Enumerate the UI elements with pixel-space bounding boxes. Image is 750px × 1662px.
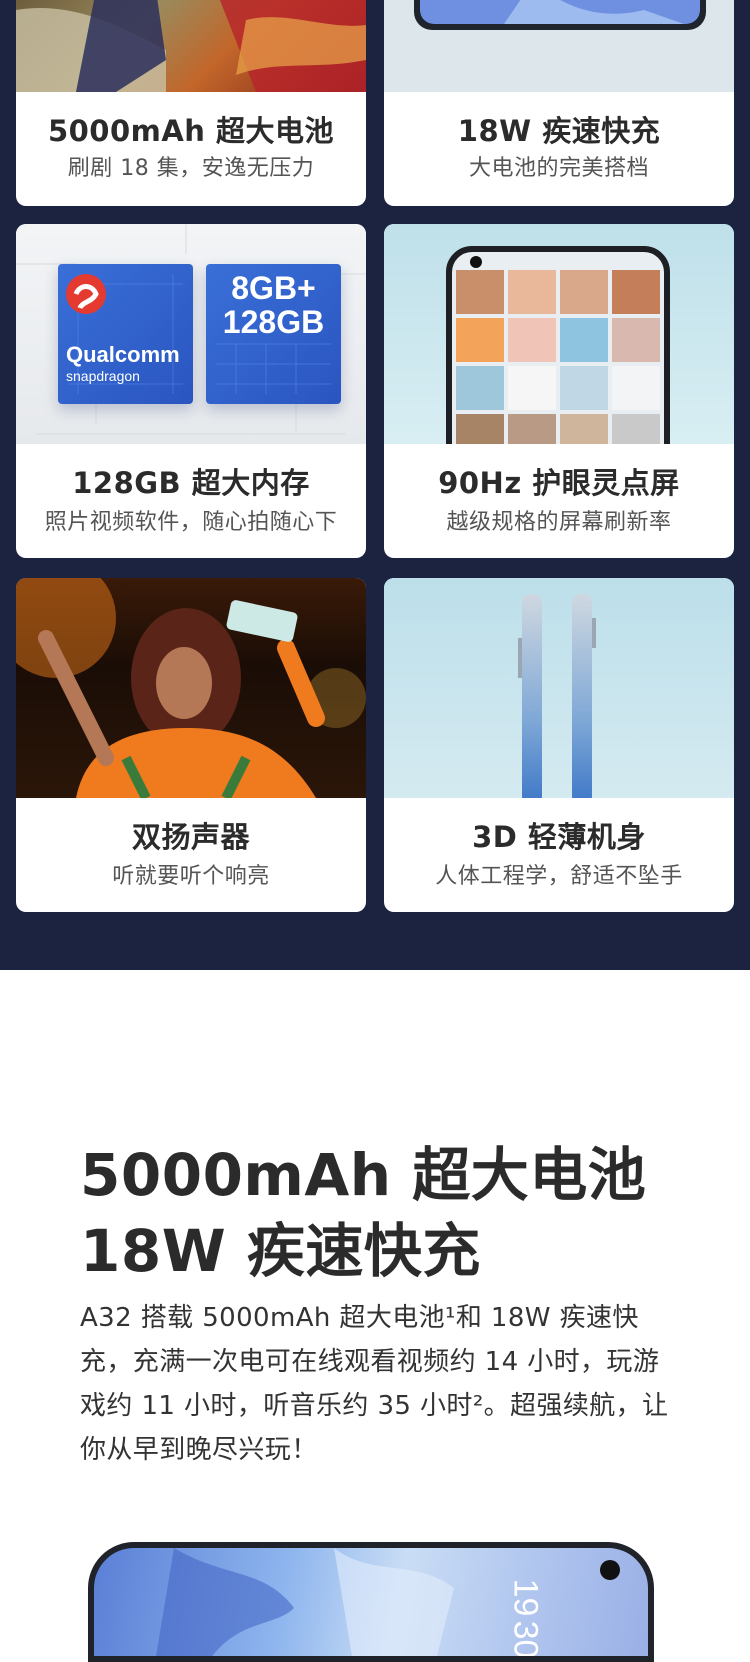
feature-card-battery: 5000mAh 超大电池 刷剧 18 集，安逸无压力: [16, 0, 366, 206]
feature-subtitle: 刷剧 18 集，安逸无压力: [67, 156, 315, 181]
phone-frame: [446, 246, 670, 444]
feature-subtitle: 照片视频软件，随心拍随心下: [44, 510, 338, 535]
feature-card-storage: Qualcomm snapdragon 8GB+ 128GB 128GB 超大内…: [16, 224, 366, 558]
battery-heading-line-1: 5000mAh 超大电池: [80, 1141, 647, 1209]
feature-subtitle: 大电池的完美搭档: [468, 156, 649, 181]
feature-title: 128GB 超大内存: [72, 466, 310, 500]
dancer-photo: [16, 578, 366, 798]
lifestyle-photo: [16, 0, 366, 92]
feature-title: 90Hz 护眼灵点屏: [438, 466, 680, 500]
feature-grid-section: 5000mAh 超大电池 刷剧 18 集，安逸无压力 18W 疾速快充 大电池的…: [0, 0, 750, 970]
snapdragon-chip: Qualcomm snapdragon: [58, 264, 193, 404]
memory-chip: 8GB+ 128GB: [206, 264, 341, 404]
feature-card-thin-body: 3D 轻薄机身 人体工程学，舒适不坠手: [384, 578, 734, 912]
feature-title: 双扬声器: [131, 820, 250, 854]
battery-heading-line-2: 18W 疾速快充: [80, 1217, 481, 1285]
memory-line-1: 8GB+: [231, 270, 316, 306]
feature-subtitle: 人体工程学，舒适不坠手: [435, 864, 683, 889]
gallery-phone-image: [384, 224, 734, 444]
lockscreen-clock-minute: 30: [506, 1620, 545, 1659]
lockscreen-clock-hour: 19: [506, 1578, 545, 1617]
feature-title: 18W 疾速快充: [457, 114, 661, 148]
feature-card-speakers: 双扬声器 听就要听个响亮: [16, 578, 366, 912]
feature-title: 5000mAh 超大电池: [47, 114, 335, 148]
thin-phone-side-image: [384, 578, 734, 798]
qualcomm-brand: Qualcomm: [66, 342, 180, 367]
memory-line-2: 128GB: [222, 304, 325, 340]
snapdragon-label: snapdragon: [66, 368, 140, 384]
feature-card-fast-charge: 18W 疾速快充 大电池的完美搭档: [384, 0, 734, 206]
feature-subtitle: 听就要听个响亮: [112, 864, 270, 889]
chip-image: Qualcomm snapdragon 8GB+ 128GB: [16, 224, 366, 444]
feature-subtitle: 越级规格的屏幕刷新率: [446, 510, 672, 535]
phone-product-image: [384, 0, 734, 92]
feature-title: 3D 轻薄机身: [472, 820, 646, 854]
battery-description: A32 搭载 5000mAh 超大电池¹和 18W 疾速快充，充满一次电可在线观…: [80, 1303, 669, 1465]
phone-preview-image: 19 30: [88, 1542, 654, 1662]
feature-card-display: 90Hz 护眼灵点屏 越级规格的屏幕刷新率: [384, 224, 734, 558]
